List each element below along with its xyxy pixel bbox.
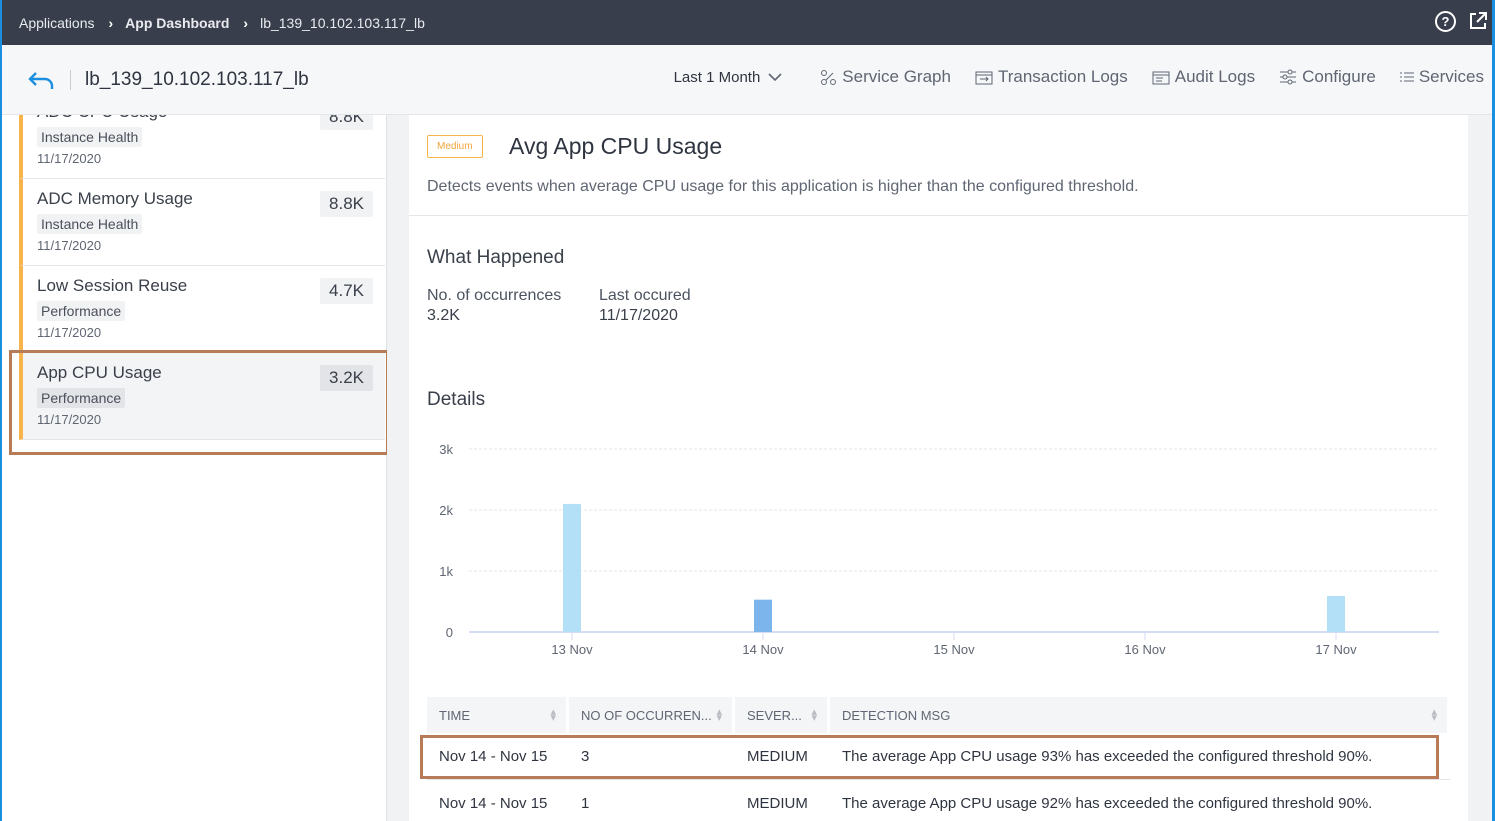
transaction-logs-icon (975, 71, 993, 84)
card-count: 4.7K (320, 278, 373, 304)
back-arrow-icon[interactable] (27, 69, 55, 91)
detail-panel: Medium Avg App CPU Usage Detects events … (409, 115, 1468, 821)
y-tick-label: 1k (439, 564, 453, 579)
card-date: 11/17/2020 (37, 412, 102, 427)
column-header-time[interactable]: TIME ▴ ▾ (427, 697, 569, 733)
page-title: lb_139_10.102.103.117_lb (85, 68, 309, 90)
card-tag: Instance Health (37, 214, 143, 234)
audit-logs-button[interactable]: Audit Logs (1152, 67, 1255, 87)
table-row[interactable]: Nov 14 - Nov 15 3 MEDIUM The average App… (427, 733, 1450, 780)
card-tag: Performance (37, 388, 126, 408)
what-happened-title: What Happened (427, 247, 565, 268)
column-header-detection-msg[interactable]: DETECTION MSG ▴ ▾ (830, 697, 1450, 733)
services-button[interactable]: Services (1399, 67, 1484, 87)
cell-msg: The average App CPU usage 92% has exceed… (842, 794, 1373, 812)
severity-badge: Medium (427, 135, 483, 158)
card-count: 8.8K (320, 115, 373, 130)
cell-count: 1 (581, 794, 590, 812)
configure-button[interactable]: Configure (1279, 67, 1376, 87)
page-header: lb_139_10.102.103.117_lb Last 1 Month Se… (2, 45, 1492, 115)
alert-card-selected[interactable]: App CPU Usage Performance 11/17/2020 3.2… (19, 353, 385, 440)
service-graph-icon (821, 69, 837, 85)
cell-severity: MEDIUM (747, 794, 808, 812)
bar[interactable] (1327, 596, 1345, 632)
divider (70, 69, 71, 90)
sort-icon: ▴ ▾ (550, 706, 556, 724)
occurrences-value: 3.2K (427, 307, 460, 324)
help-icon[interactable]: ? (1435, 11, 1456, 32)
breadcrumb-current: lb_139_10.102.103.117_lb (260, 14, 425, 31)
y-tick-label: 3k (439, 442, 453, 457)
cell-count: 3 (581, 747, 590, 765)
table-header: TIME ▴ ▾ NO OF OCCURREN... ▴ ▾ SEVER... ▴ ▾ DE… (427, 697, 1450, 733)
chart-svg: 0 1k 2k 3k 13 Nov 14 Nov 15 Nov 16 Nov 17 Nov (439, 442, 1439, 657)
details-title: Details (427, 389, 486, 410)
breadcrumb-applications[interactable]: Applications (19, 15, 95, 31)
alert-list-sidebar[interactable]: ADC CPU Usage Instance Health 11/17/2020… (2, 115, 387, 821)
table-row[interactable]: Nov 14 - Nov 15 1 MEDIUM The average App… (427, 780, 1450, 821)
x-tick-label: 13 Nov (551, 642, 593, 657)
toolbar: Last 1 Month Service Graph Transaction L… (674, 67, 1484, 87)
cell-time: Nov 14 - Nov 15 (439, 747, 548, 765)
cell-time: Nov 14 - Nov 15 (439, 794, 548, 812)
x-tick-label: 16 Nov (1124, 642, 1166, 657)
sort-icon: ▴ ▾ (716, 706, 722, 724)
detail-header: Medium Avg App CPU Usage Detects events … (409, 115, 1468, 216)
occurrences-chart: 0 1k 2k 3k 13 Nov 14 Nov 15 Nov 16 Nov 17 Nov (409, 435, 1468, 665)
chevron-right-icon: › (243, 14, 249, 31)
last-occurred-value: 11/17/2020 (599, 307, 678, 324)
detail-description: Detects events when average CPU usage fo… (427, 178, 1139, 195)
sliders-icon (1280, 69, 1297, 85)
cell-severity: MEDIUM (747, 747, 808, 765)
breadcrumb-app-dashboard[interactable]: App Dashboard (125, 15, 229, 31)
sort-icon: ▴ ▾ (811, 706, 817, 724)
card-count: 8.8K (320, 191, 373, 217)
time-range-dropdown[interactable]: Last 1 Month (674, 69, 783, 86)
chevron-right-icon: › (108, 14, 114, 31)
configure-label: Configure (1302, 67, 1376, 86)
bar[interactable] (754, 599, 772, 632)
card-date: 11/17/2020 (37, 151, 102, 166)
scroll-gutter (1468, 115, 1492, 821)
card-date: 11/17/2020 (37, 238, 102, 253)
column-header-occurrences[interactable]: NO OF OCCURREN... ▴ ▾ (569, 697, 735, 733)
cell-msg: The average App CPU usage 93% has exceed… (842, 747, 1373, 765)
card-count: 3.2K (320, 365, 373, 391)
card-date: 11/17/2020 (37, 325, 102, 340)
x-tick-label: 17 Nov (1315, 642, 1357, 657)
transaction-logs-button[interactable]: Transaction Logs (975, 67, 1128, 87)
list-icon (1399, 72, 1414, 82)
services-label: Services (1418, 67, 1484, 86)
external-link-icon[interactable] (1468, 11, 1488, 31)
chevron-down-icon (768, 72, 782, 81)
y-tick-label: 2k (439, 503, 453, 518)
alert-card[interactable]: ADC Memory Usage Instance Health 11/17/2… (19, 179, 385, 266)
detail-title: Avg App CPU Usage (509, 133, 723, 159)
service-graph-label: Service Graph (842, 67, 951, 86)
audit-logs-icon (1152, 71, 1170, 84)
x-tick-label: 15 Nov (933, 642, 975, 657)
time-range-label: Last 1 Month (673, 68, 761, 86)
x-tick-label: 14 Nov (742, 642, 784, 657)
service-graph-button[interactable]: Service Graph (820, 67, 951, 87)
occurrences-stat: No. of occurrences 3.2K (427, 287, 561, 325)
bar[interactable] (563, 503, 581, 632)
alert-card[interactable]: Low Session Reuse Performance 11/17/2020… (19, 266, 385, 353)
audit-logs-label: Audit Logs (1174, 67, 1256, 86)
alert-card[interactable]: ADC CPU Usage Instance Health 11/17/2020… (19, 115, 385, 179)
transaction-logs-label: Transaction Logs (997, 67, 1128, 86)
last-occurred-stat: Last occured 11/17/2020 (599, 287, 691, 325)
top-bar: Applications › App Dashboard › lb_139_10… (2, 0, 1492, 45)
sort-icon: ▴ ▾ (1431, 706, 1437, 724)
last-occurred-label: Last occured (599, 287, 691, 304)
scroll-gutter (387, 115, 409, 821)
occurrences-label: No. of occurrences (427, 287, 562, 304)
details-table: TIME ▴ ▾ NO OF OCCURREN... ▴ ▾ SEVER... ▴ ▾ DE… (427, 697, 1450, 821)
column-header-severity[interactable]: SEVER... ▴ ▾ (735, 697, 830, 733)
y-tick-label: 0 (446, 625, 453, 640)
card-tag: Performance (37, 301, 126, 321)
card-tag: Instance Health (37, 127, 143, 147)
